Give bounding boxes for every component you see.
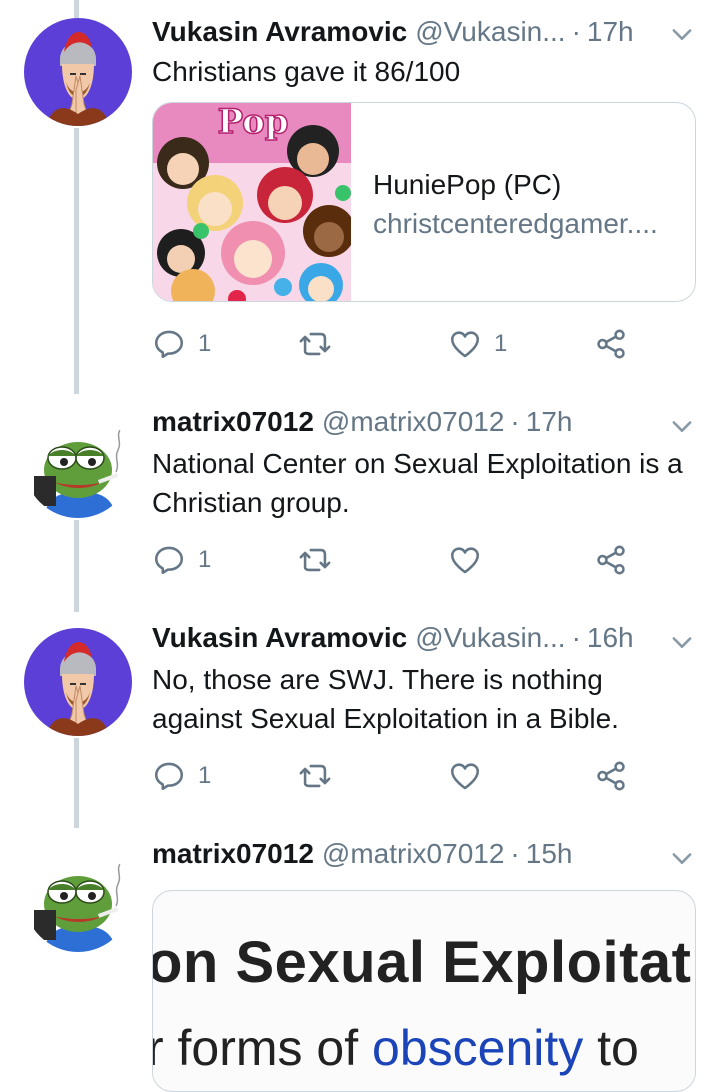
- tweet-time[interactable]: 17h: [587, 16, 634, 48]
- embedded-image-text: r forms of obscenity to: [152, 1019, 639, 1077]
- embedded-link-text: obscenity: [372, 1020, 584, 1076]
- pepe-avatar-icon: [24, 844, 132, 952]
- like-button[interactable]: [448, 756, 494, 796]
- like-icon: [450, 763, 480, 790]
- like-button[interactable]: [448, 540, 494, 580]
- tweet-text: Christians gave it 86/100: [152, 56, 461, 87]
- thumb-logo-text: Pop: [217, 103, 288, 142]
- thread-line: [74, 520, 79, 612]
- author-handle[interactable]: @Vukasin...: [415, 622, 565, 654]
- retweet-icon: [299, 548, 331, 572]
- reply-icon: [154, 762, 184, 791]
- card-title[interactable]: HuniePop (PC): [373, 169, 561, 201]
- embedded-image[interactable]: on Sexual Exploitatic r forms of obsceni…: [152, 890, 696, 1092]
- card-domain[interactable]: christcenteredgamer....: [373, 208, 658, 240]
- embedded-text-part: r forms of: [152, 1020, 373, 1076]
- share-icon: [597, 545, 625, 575]
- separator-dot: ·: [510, 406, 520, 437]
- tweet-header: Vukasin Avramovic @Vukasin... · 17h: [152, 12, 634, 52]
- tweet-time[interactable]: 17h: [526, 406, 573, 438]
- separator-dot: ·: [571, 16, 581, 47]
- retweet-icon: [299, 764, 331, 788]
- pepe-avatar-icon: [24, 410, 132, 518]
- thread-line: [74, 738, 79, 828]
- thread-line: [74, 128, 79, 394]
- separator-dot: ·: [571, 622, 581, 653]
- spartan-avatar-icon: [24, 628, 132, 736]
- retweet-icon: [299, 332, 331, 356]
- tweet-time[interactable]: 16h: [587, 622, 634, 654]
- link-card[interactable]: Pop HuniePop (PC) christcenteredgamer...…: [152, 102, 696, 302]
- reply-count: 1: [198, 330, 212, 357]
- embedded-image-heading: on Sexual Exploitatic: [152, 930, 696, 995]
- share-icon: [597, 329, 625, 359]
- author-handle[interactable]: @matrix07012: [322, 406, 505, 438]
- tweet-actions: 1: [152, 756, 700, 796]
- reply-button[interactable]: 1: [152, 540, 211, 580]
- reply-count: 1: [198, 546, 212, 573]
- like-icon: [450, 331, 480, 358]
- tweet-text: No, those are SWJ. There is nothing agai…: [152, 664, 619, 734]
- share-button[interactable]: [594, 756, 628, 796]
- chevron-down-icon[interactable]: [668, 628, 696, 656]
- card-thumbnail: Pop: [153, 103, 351, 301]
- author-name[interactable]: matrix07012: [152, 838, 314, 870]
- reply-button[interactable]: 1: [152, 756, 211, 796]
- author-handle[interactable]: @Vukasin...: [415, 16, 565, 48]
- embedded-text-part: to: [583, 1020, 639, 1076]
- share-button[interactable]: [594, 540, 628, 580]
- avatar-spartan[interactable]: [24, 18, 132, 126]
- share-icon: [597, 761, 625, 791]
- author-name[interactable]: Vukasin Avramovic: [152, 622, 407, 654]
- like-icon: [450, 547, 480, 574]
- avatar-spartan[interactable]: [24, 628, 132, 736]
- reply-count: 1: [198, 762, 212, 789]
- spartan-avatar-icon: [24, 18, 132, 126]
- tweet-header: matrix07012 @matrix07012 · 15h: [152, 834, 572, 874]
- separator-dot: ·: [510, 838, 520, 869]
- game-artwork-icon: Pop: [153, 103, 351, 301]
- author-handle[interactable]: @matrix07012: [322, 838, 505, 870]
- tweet-time[interactable]: 15h: [526, 838, 573, 870]
- chevron-down-icon[interactable]: [668, 20, 696, 48]
- thread-line: [74, 0, 79, 18]
- tweet-actions: 1 1: [152, 324, 700, 364]
- share-button[interactable]: [594, 324, 628, 364]
- tweet-text: National Center on Sexual Exploitation i…: [152, 448, 683, 518]
- reply-icon: [154, 546, 184, 575]
- reply-button[interactable]: 1: [152, 324, 211, 364]
- avatar-pepe[interactable]: [24, 410, 132, 518]
- retweet-button[interactable]: [298, 756, 344, 796]
- like-button[interactable]: 1: [448, 324, 507, 364]
- reply-icon: [154, 330, 184, 359]
- retweet-button[interactable]: [298, 540, 344, 580]
- author-name[interactable]: matrix07012: [152, 406, 314, 438]
- chevron-down-icon[interactable]: [668, 844, 696, 872]
- like-count: 1: [494, 330, 508, 357]
- avatar-pepe[interactable]: [24, 844, 132, 952]
- tweet-actions: 1: [152, 540, 700, 580]
- chevron-down-icon[interactable]: [668, 412, 696, 440]
- author-name[interactable]: Vukasin Avramovic: [152, 16, 407, 48]
- tweet-header: matrix07012 @matrix07012 · 17h: [152, 402, 572, 442]
- tweet-header: Vukasin Avramovic @Vukasin... · 16h: [152, 618, 634, 658]
- retweet-button[interactable]: [298, 324, 344, 364]
